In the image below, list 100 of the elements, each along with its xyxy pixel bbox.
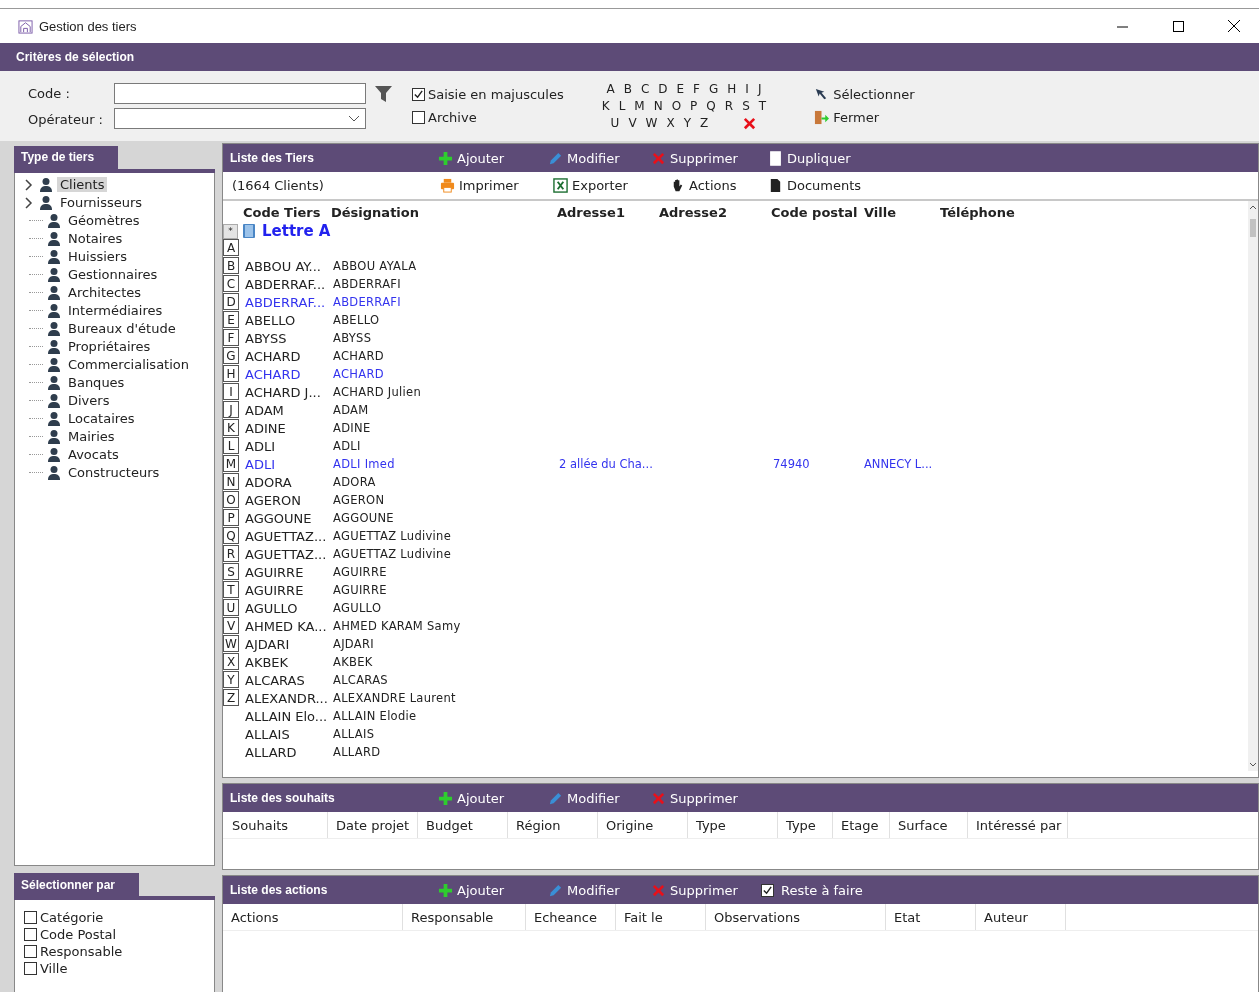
letter-filter[interactable]: M [634, 98, 645, 113]
letter-filter[interactable]: X [666, 116, 675, 130]
column-header[interactable]: Code postal [771, 204, 864, 220]
column-header[interactable]: Actions [223, 904, 403, 930]
letter-filter[interactable]: C [640, 81, 650, 96]
scrollbar[interactable] [1248, 201, 1258, 771]
column-header[interactable]: Intéressé par [968, 812, 1068, 838]
letter-index[interactable]: Q [223, 527, 239, 544]
toolbar-button[interactable]: Modifier [548, 882, 651, 898]
letter-filter[interactable]: Y [683, 116, 692, 130]
column-header[interactable]: Budget [418, 812, 508, 838]
letter-filter[interactable]: D [658, 81, 668, 96]
column-header[interactable]: Surface [890, 812, 968, 838]
toolbar-button[interactable]: Supprimer [651, 882, 761, 898]
letter-index[interactable]: P [223, 509, 239, 526]
column-header[interactable]: Ville [864, 204, 940, 220]
letter-filter[interactable]: S [742, 98, 750, 113]
action-button[interactable]: Sélectionner [814, 87, 915, 102]
letter-filter[interactable]: K [601, 98, 610, 113]
toolbar-button[interactable]: Supprimer [651, 790, 768, 806]
letter-index[interactable]: V [223, 617, 239, 634]
letter-filter[interactable]: Q [706, 98, 716, 113]
letter-filter[interactable]: O [671, 98, 682, 113]
toolbar-button[interactable]: Imprimer [440, 178, 553, 193]
checkbox[interactable] [24, 911, 37, 925]
tree-item[interactable]: Bureaux d'étude [65, 321, 179, 337]
column-header[interactable]: Désignation [331, 204, 557, 220]
letter-filter[interactable]: G [709, 81, 719, 96]
toolbar-button[interactable]: Exporter [553, 178, 670, 193]
action-button[interactable]: Fermer [814, 110, 915, 125]
tree-item[interactable]: Huissiers [65, 249, 130, 265]
checkbox[interactable] [412, 111, 425, 124]
letter-filter[interactable]: Z [700, 116, 709, 130]
letter-filter[interactable]: T [758, 98, 767, 113]
filter-icon[interactable] [375, 84, 392, 103]
letter-filter[interactable]: U [610, 116, 620, 130]
tree-item[interactable]: Banques [65, 375, 128, 391]
column-header[interactable]: Etat [886, 904, 976, 930]
chevron-icon[interactable] [23, 196, 35, 209]
checkbox[interactable] [24, 945, 37, 959]
letter-filter[interactable]: N [653, 98, 663, 113]
letter-index[interactable]: I [223, 383, 239, 400]
tree-item[interactable]: Architectes [65, 285, 145, 301]
tree-item[interactable]: Notaires [65, 231, 126, 247]
close-icon[interactable] [1228, 20, 1240, 32]
clear-icon[interactable] [742, 115, 758, 131]
letter-index[interactable]: N [223, 473, 239, 490]
tree-item[interactable]: Propriétaires [65, 339, 154, 355]
column-header[interactable]: Date projet [328, 812, 418, 838]
tree-item[interactable]: Divers [65, 393, 113, 409]
letter-filter[interactable]: I [745, 81, 749, 96]
column-header[interactable]: Adresse1 [557, 204, 659, 220]
letter-filter[interactable]: W [645, 116, 658, 130]
letter-filter[interactable]: H [727, 81, 737, 96]
letter-index[interactable]: R [223, 545, 239, 562]
column-header[interactable]: Auteur [976, 904, 1066, 930]
column-header[interactable]: Origine [598, 812, 688, 838]
column-header[interactable]: Observations [706, 904, 886, 930]
toolbar-button[interactable]: Modifier [548, 790, 651, 806]
checkbox[interactable] [24, 962, 37, 976]
tree-item[interactable]: Fournisseurs [57, 195, 146, 211]
letter-index[interactable]: F [223, 329, 239, 346]
toolbar-button[interactable]: Actions [670, 178, 768, 193]
letter-index[interactable]: W [223, 635, 239, 652]
operator-dropdown[interactable] [114, 108, 366, 129]
tree-item[interactable]: Gestionnaires [65, 267, 161, 283]
letter-index[interactable]: A [223, 239, 239, 256]
tree-item[interactable]: Constructeurs [65, 465, 163, 481]
letter-index[interactable]: J [223, 401, 239, 418]
column-header[interactable]: Région [508, 812, 598, 838]
toolbar-button[interactable]: Documents [768, 178, 888, 193]
caret-icon[interactable] [348, 114, 360, 123]
checkbox[interactable] [412, 88, 425, 101]
tree-item[interactable]: Clients [57, 177, 108, 193]
column-header[interactable]: Responsable [403, 904, 526, 930]
toolbar-button[interactable]: Supprimer [651, 150, 768, 166]
column-header[interactable]: Echeance [526, 904, 616, 930]
letter-index[interactable]: M [223, 455, 239, 472]
checkbox[interactable] [761, 883, 774, 897]
column-header[interactable]: Type [778, 812, 833, 838]
column-header[interactable]: Etage [833, 812, 890, 838]
toolbar-button[interactable]: Ajouter [438, 790, 548, 806]
letter-filter[interactable]: B [623, 81, 632, 96]
letter-index[interactable]: H [223, 365, 239, 382]
toolbar-button[interactable]: Modifier [548, 150, 651, 166]
letter-filter[interactable]: L [618, 98, 626, 113]
column-header[interactable]: Type [688, 812, 778, 838]
column-header[interactable]: Téléphone [940, 204, 1040, 220]
column-header[interactable]: Adresse2 [659, 204, 771, 220]
chevron-icon[interactable] [23, 178, 35, 191]
letter-filter[interactable]: J [757, 81, 762, 96]
toolbar-button[interactable]: Ajouter [438, 882, 548, 898]
letter-filter[interactable]: P [690, 98, 698, 113]
letter-index[interactable]: Y [223, 671, 239, 688]
letter-index[interactable]: D [223, 293, 239, 310]
letter-index[interactable]: X [223, 653, 239, 670]
tree-item[interactable]: Mairies [65, 429, 118, 445]
letter-filter[interactable]: E [676, 81, 685, 96]
tree-item[interactable]: Avocats [65, 447, 122, 463]
tree-item[interactable]: Locataires [65, 411, 138, 427]
